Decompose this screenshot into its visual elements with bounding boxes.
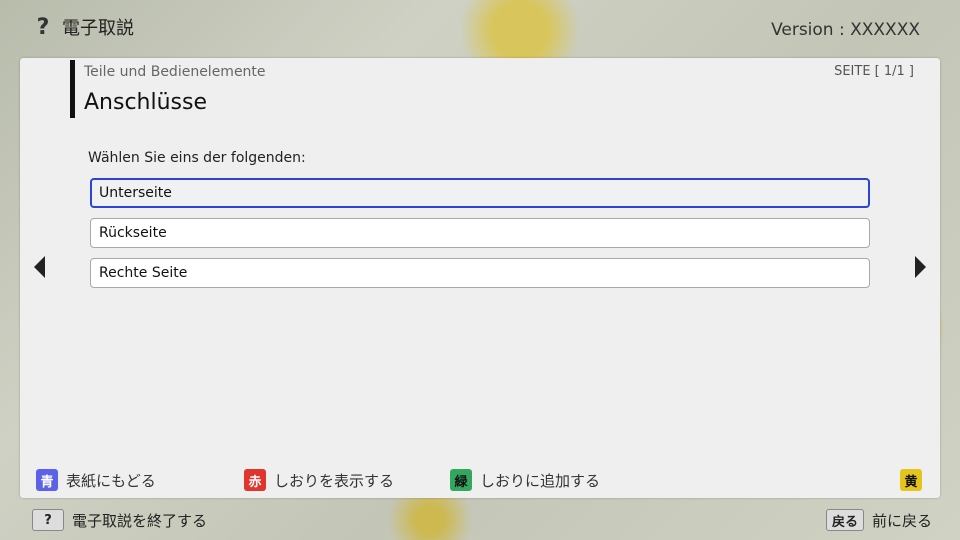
category-label: Teile und Bedienelemente bbox=[84, 64, 266, 80]
red-action-label: しおりを表示する bbox=[274, 471, 395, 490]
option-rechte-seite[interactable]: Rechte Seite bbox=[90, 258, 870, 288]
version-label: Version : XXXXXX bbox=[771, 20, 920, 40]
page-indicator: SEITE [ 1/1 ] bbox=[834, 64, 914, 79]
question-icon: ? bbox=[36, 14, 50, 40]
option-unterseite[interactable]: Unterseite bbox=[90, 178, 870, 208]
option-label: Unterseite bbox=[99, 185, 172, 201]
previous-page-arrow-icon[interactable] bbox=[34, 256, 45, 278]
blue-key-badge: 青 bbox=[36, 469, 58, 491]
option-label: Rückseite bbox=[99, 225, 167, 241]
next-page-arrow-icon[interactable] bbox=[915, 256, 926, 278]
yellow-button[interactable]: 黄 bbox=[900, 468, 922, 492]
red-button-show-bookmarks[interactable]: 赤 しおりを表示する bbox=[244, 468, 394, 492]
app-header: ? 電子取説 bbox=[34, 14, 134, 40]
green-action-label: しおりに追加する bbox=[480, 471, 601, 490]
option-rueckseite[interactable]: Rückseite bbox=[90, 218, 870, 248]
title-accent-bar bbox=[70, 60, 75, 118]
yellow-key-badge: 黄 bbox=[900, 469, 922, 491]
red-key-badge: 赤 bbox=[244, 469, 266, 491]
selection-prompt: Wählen Sie eins der folgenden: bbox=[88, 150, 306, 166]
exit-manual-control[interactable]: ? 電子取説を終了する bbox=[32, 508, 207, 532]
back-key-icon: 戻る bbox=[825, 509, 864, 531]
green-button-add-bookmark[interactable]: 緑 しおりに追加する bbox=[450, 468, 600, 492]
back-label: 前に戻る bbox=[871, 511, 932, 530]
content-panel: Teile und Bedienelemente Anschlüsse SEIT… bbox=[20, 58, 940, 498]
option-label: Rechte Seite bbox=[99, 265, 188, 281]
blue-button-cover[interactable]: 青 表紙にもどる bbox=[36, 468, 156, 492]
page-title: Anschlüsse bbox=[84, 90, 208, 115]
exit-manual-label: 電子取説を終了する bbox=[72, 511, 208, 530]
help-key-icon: ? bbox=[32, 509, 64, 531]
back-control[interactable]: 戻る 前に戻る bbox=[825, 508, 932, 532]
blue-action-label: 表紙にもどる bbox=[66, 471, 156, 490]
app-title: 電子取説 bbox=[62, 18, 134, 39]
green-key-badge: 緑 bbox=[450, 469, 472, 491]
